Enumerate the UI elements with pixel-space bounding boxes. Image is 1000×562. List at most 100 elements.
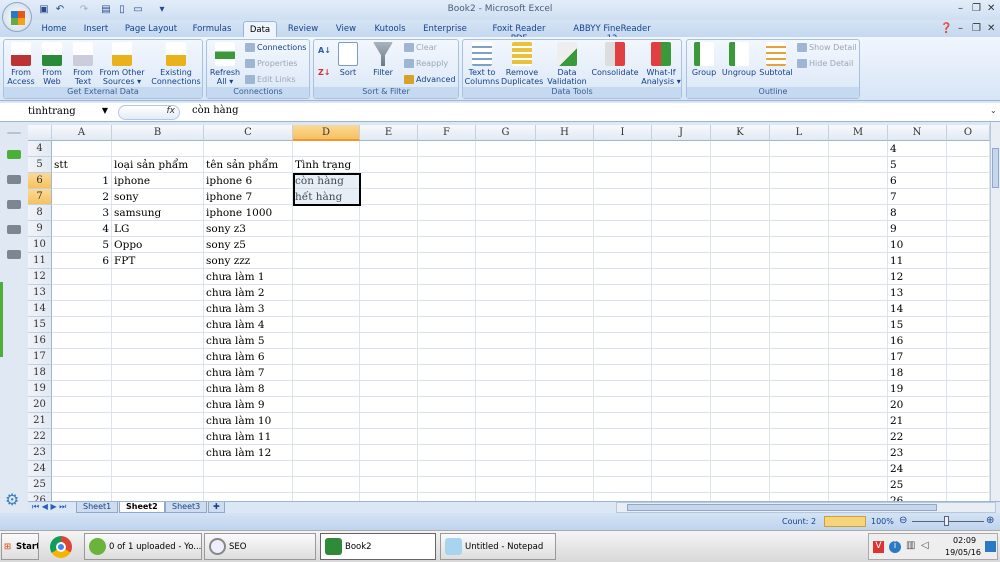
cell-d5[interactable]: Tình trạng (293, 157, 360, 173)
cell-i17[interactable] (594, 349, 652, 365)
cell-d9[interactable] (293, 221, 360, 237)
cell-j13[interactable] (652, 285, 711, 301)
cell-n26[interactable]: 26 (888, 493, 947, 501)
cell-j24[interactable] (652, 461, 711, 477)
cell-a20[interactable] (52, 397, 112, 413)
cell-a13[interactable] (52, 285, 112, 301)
cell-k21[interactable] (711, 413, 770, 429)
cell-i12[interactable] (594, 269, 652, 285)
cell-h26[interactable] (536, 493, 594, 501)
start-button[interactable]: ⊞ Start (1, 533, 39, 560)
cell-j15[interactable] (652, 317, 711, 333)
cell-g19[interactable] (476, 381, 536, 397)
cell-e18[interactable] (360, 365, 418, 381)
cell-i6[interactable] (594, 173, 652, 189)
cell-g25[interactable] (476, 477, 536, 493)
cell-l10[interactable] (770, 237, 829, 253)
cell-g24[interactable] (476, 461, 536, 477)
cell-k23[interactable] (711, 445, 770, 461)
cell-h17[interactable] (536, 349, 594, 365)
cell-n16[interactable]: 16 (888, 333, 947, 349)
cell-i21[interactable] (594, 413, 652, 429)
cell-m26[interactable] (829, 493, 888, 501)
cell-b10[interactable]: Oppo (112, 237, 204, 253)
cell-d18[interactable] (293, 365, 360, 381)
cell-e26[interactable] (360, 493, 418, 501)
printer-icon[interactable] (7, 200, 21, 209)
cell-b5[interactable]: loại sản phẩm (112, 157, 204, 173)
tab-abbyy[interactable]: ABBYY FineReader 12 (570, 21, 654, 44)
cell-i22[interactable] (594, 429, 652, 445)
cell-m24[interactable] (829, 461, 888, 477)
clear-filter-button[interactable]: Clear (404, 43, 437, 52)
cell-l13[interactable] (770, 285, 829, 301)
cell-b21[interactable] (112, 413, 204, 429)
cell-l23[interactable] (770, 445, 829, 461)
row-header-10[interactable]: 10 (28, 237, 52, 253)
workbook-restore-button[interactable]: ❐ (972, 23, 981, 34)
cell-i15[interactable] (594, 317, 652, 333)
cell-n18[interactable]: 18 (888, 365, 947, 381)
cell-g6[interactable] (476, 173, 536, 189)
cell-l11[interactable] (770, 253, 829, 269)
cell-a6[interactable]: 1 (52, 173, 112, 189)
cell-e22[interactable] (360, 429, 418, 445)
cell-f4[interactable] (418, 141, 476, 157)
cell-n13[interactable]: 13 (888, 285, 947, 301)
cell-n4[interactable]: 4 (888, 141, 947, 157)
cell-o4[interactable] (947, 141, 990, 157)
name-box-dropdown-icon[interactable]: ▼ (102, 106, 108, 115)
cell-o13[interactable] (947, 285, 990, 301)
taskbar-item-uploader[interactable]: 0 of 1 uploaded - Yo... (84, 533, 202, 560)
cell-e19[interactable] (360, 381, 418, 397)
cell-a15[interactable] (52, 317, 112, 333)
cell-l18[interactable] (770, 365, 829, 381)
cell-a8[interactable]: 3 (52, 205, 112, 221)
cell-j4[interactable] (652, 141, 711, 157)
cell-b7[interactable]: sony (112, 189, 204, 205)
cell-h4[interactable] (536, 141, 594, 157)
tab-foxit[interactable]: Foxit Reader PDF (484, 21, 554, 44)
row-header-5[interactable]: 5 (28, 157, 52, 173)
cell-c7[interactable]: iphone 7 (204, 189, 293, 205)
cell-o23[interactable] (947, 445, 990, 461)
cell-d8[interactable] (293, 205, 360, 221)
cell-g9[interactable] (476, 221, 536, 237)
cell-e13[interactable] (360, 285, 418, 301)
cell-c19[interactable]: chưa làm 8 (204, 381, 293, 397)
tab-formulas[interactable]: Formulas (190, 21, 234, 37)
cell-d24[interactable] (293, 461, 360, 477)
cell-j7[interactable] (652, 189, 711, 205)
refresh-all-button[interactable]: Refresh All ▾ (209, 42, 241, 86)
from-text-button[interactable]: From Text (68, 42, 98, 86)
tab-kutools[interactable]: Kutools (372, 21, 408, 37)
cell-l24[interactable] (770, 461, 829, 477)
tab-view[interactable]: View (333, 21, 359, 37)
cell-m19[interactable] (829, 381, 888, 397)
cell-k16[interactable] (711, 333, 770, 349)
cell-j16[interactable] (652, 333, 711, 349)
cell-a25[interactable] (52, 477, 112, 493)
cell-l5[interactable] (770, 157, 829, 173)
cell-o25[interactable] (947, 477, 990, 493)
cell-b13[interactable] (112, 285, 204, 301)
cell-k22[interactable] (711, 429, 770, 445)
sheet-tab-1[interactable]: Sheet1 (76, 502, 119, 513)
cell-i26[interactable] (594, 493, 652, 501)
cell-m6[interactable] (829, 173, 888, 189)
cell-f13[interactable] (418, 285, 476, 301)
row-header-16[interactable]: 16 (28, 333, 52, 349)
spreadsheet-grid[interactable]: A B C D E F G H I J K L M N O 4 4 5 stt loại sản phẩm tên sả… (28, 125, 990, 501)
cell-n15[interactable]: 15 (888, 317, 947, 333)
cell-f15[interactable] (418, 317, 476, 333)
cell-g15[interactable] (476, 317, 536, 333)
cell-e9[interactable] (360, 221, 418, 237)
cell-e20[interactable] (360, 397, 418, 413)
cell-b16[interactable] (112, 333, 204, 349)
cell-f7[interactable] (418, 189, 476, 205)
cell-d12[interactable] (293, 269, 360, 285)
cell-c10[interactable]: sony z5 (204, 237, 293, 253)
group-button[interactable]: Group (689, 42, 719, 77)
cell-c5[interactable]: tên sản phẩm (204, 157, 293, 173)
row-header-22[interactable]: 22 (28, 429, 52, 445)
